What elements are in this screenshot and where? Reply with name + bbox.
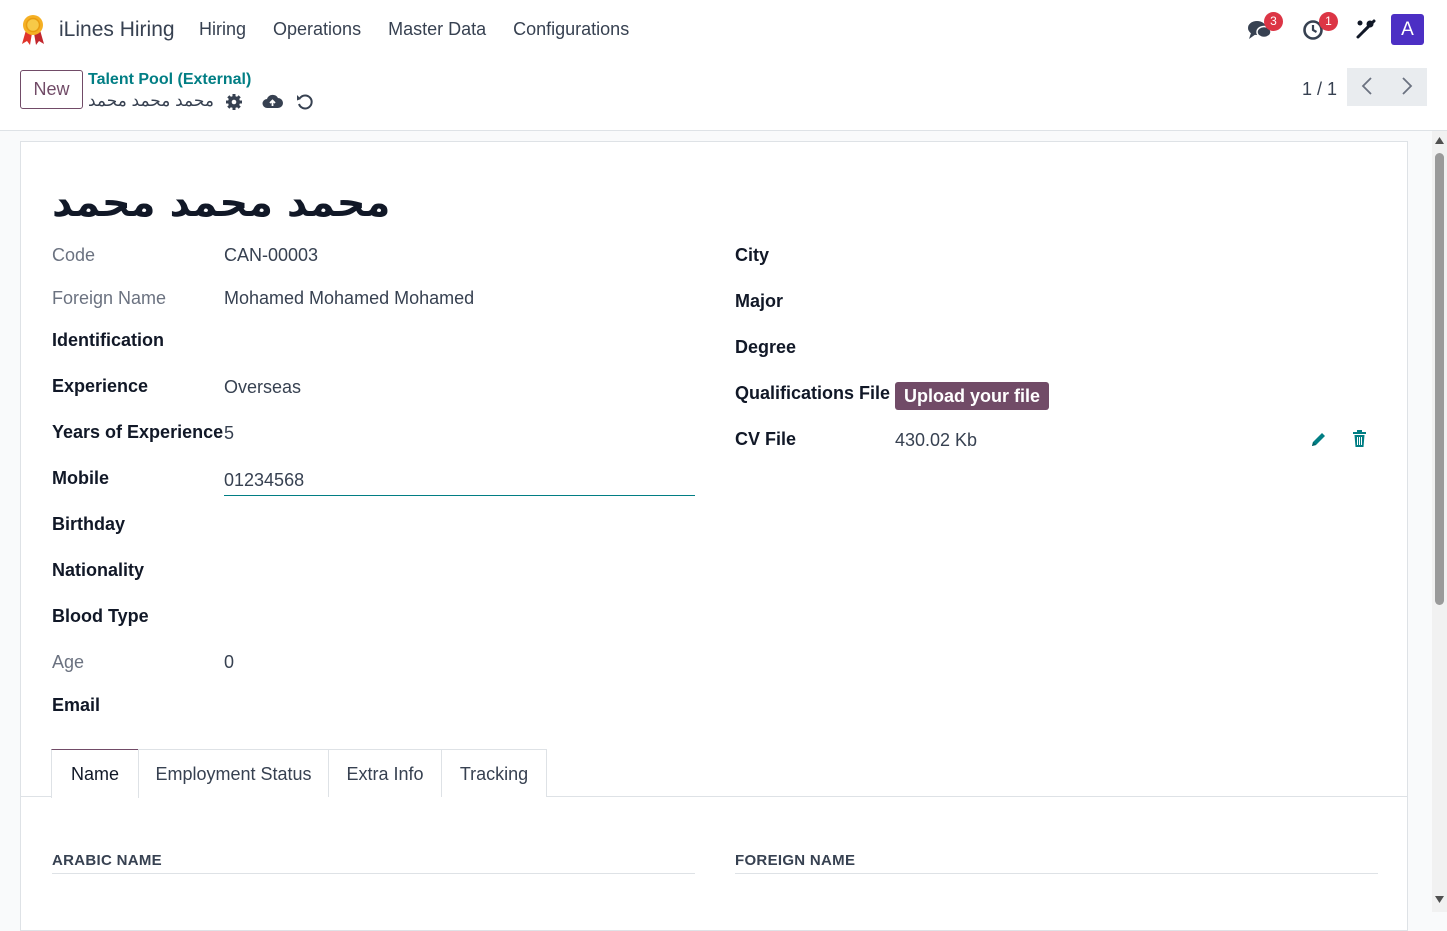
pencil-icon[interactable] xyxy=(1310,431,1327,448)
foreign-name-section-title: FOREIGN NAME xyxy=(735,852,856,869)
years-of-experience-label: Years of Experience xyxy=(52,422,224,442)
foreign-name-value: Mohamed Mohamed Mohamed xyxy=(224,288,475,308)
arabic-name-divider xyxy=(52,873,695,874)
major-label: Major xyxy=(735,291,784,311)
nationality-field[interactable] xyxy=(224,558,695,586)
tab-tracking[interactable]: Tracking xyxy=(441,749,547,797)
trash-icon[interactable] xyxy=(1352,430,1367,447)
gear-icon[interactable] xyxy=(225,93,243,111)
foreign-name-divider xyxy=(735,873,1378,874)
blood-type-label: Blood Type xyxy=(52,606,149,626)
arabic-name-section-title: ARABIC NAME xyxy=(52,852,162,869)
menu-configurations[interactable]: Configurations xyxy=(513,19,629,40)
identification-field[interactable] xyxy=(224,328,695,356)
birthday-field[interactable] xyxy=(224,512,695,540)
code-value: CAN-00003 xyxy=(224,245,319,265)
breadcrumb-record-name: محمد محمد محمد xyxy=(88,91,214,110)
pager-value[interactable]: 1 / 1 xyxy=(1302,79,1337,100)
upload-file-button[interactable]: Upload your file xyxy=(895,382,1049,410)
email-field[interactable] xyxy=(224,693,695,721)
mobile-input[interactable] xyxy=(224,466,695,496)
years-of-experience-value[interactable]: 5 xyxy=(224,423,234,444)
experience-value[interactable]: Overseas xyxy=(224,377,301,398)
birthday-label: Birthday xyxy=(52,514,126,534)
breadcrumb-talent-pool[interactable]: Talent Pool (External) xyxy=(88,71,251,89)
experience-label: Experience xyxy=(52,376,149,396)
identification-label: Identification xyxy=(52,330,164,350)
pager-previous-button[interactable] xyxy=(1347,68,1387,106)
menu-hiring[interactable]: Hiring xyxy=(199,19,246,40)
cloud-upload-icon[interactable] xyxy=(262,93,283,111)
record-title[interactable]: محمد محمد محمد xyxy=(52,180,390,226)
new-button[interactable]: New xyxy=(20,70,83,109)
cv-file-label: CV File xyxy=(735,429,797,449)
debug-tools-button[interactable] xyxy=(1355,18,1381,42)
discard-changes-icon[interactable] xyxy=(296,93,314,111)
chevron-left-icon xyxy=(1361,76,1372,95)
foreign-name-label: Foreign Name xyxy=(52,288,167,308)
city-label: City xyxy=(735,245,770,265)
nationality-label: Nationality xyxy=(52,560,145,580)
app-logo-icon[interactable] xyxy=(20,14,46,46)
notebook-tabs: Name Employment Status Extra Info Tracki… xyxy=(21,749,1407,798)
main-menu: Hiring Operations Master Data Configurat… xyxy=(199,19,656,40)
messages-badge: 3 xyxy=(1264,12,1283,31)
cv-file-size[interactable]: 430.02 Kb xyxy=(895,430,977,451)
blood-type-field[interactable] xyxy=(224,604,695,632)
activities-badge: 1 xyxy=(1319,12,1338,31)
top-navbar: iLines Hiring Hiring Operations Master D… xyxy=(0,0,1447,60)
degree-label: Degree xyxy=(735,337,797,357)
menu-master-data[interactable]: Master Data xyxy=(388,19,486,40)
qualifications-file-label: Qualifications File xyxy=(735,383,891,403)
degree-field[interactable] xyxy=(895,335,1377,363)
chevron-right-icon xyxy=(1402,76,1413,95)
form-sheet: محمد محمد محمد Code CAN-00003 Foreign Na… xyxy=(20,141,1408,931)
mobile-label: Mobile xyxy=(52,468,109,488)
activities-button[interactable]: 1 xyxy=(1302,12,1338,42)
menu-operations[interactable]: Operations xyxy=(273,19,361,40)
tools-icon xyxy=(1356,19,1376,39)
tab-employment-status[interactable]: Employment Status xyxy=(138,749,329,797)
scroll-down-icon[interactable] xyxy=(1435,896,1444,903)
email-label: Email xyxy=(52,695,101,715)
city-field[interactable] xyxy=(895,243,1377,271)
messages-button[interactable]: 3 xyxy=(1247,12,1283,42)
tab-extra-info[interactable]: Extra Info xyxy=(328,749,442,797)
scrollbar-thumb[interactable] xyxy=(1435,153,1444,605)
user-avatar[interactable]: A xyxy=(1391,14,1424,45)
control-panel: New Talent Pool (External) محمد محمد محم… xyxy=(0,60,1447,131)
app-name[interactable]: iLines Hiring xyxy=(59,18,175,42)
page-scrollbar[interactable] xyxy=(1432,131,1447,912)
tab-name[interactable]: Name xyxy=(51,749,139,798)
age-label: Age xyxy=(52,652,85,672)
code-label: Code xyxy=(52,245,96,265)
pager-next-button[interactable] xyxy=(1387,68,1427,106)
scroll-up-icon[interactable] xyxy=(1435,137,1444,144)
major-field[interactable] xyxy=(895,289,1377,317)
age-value: 0 xyxy=(224,652,235,672)
